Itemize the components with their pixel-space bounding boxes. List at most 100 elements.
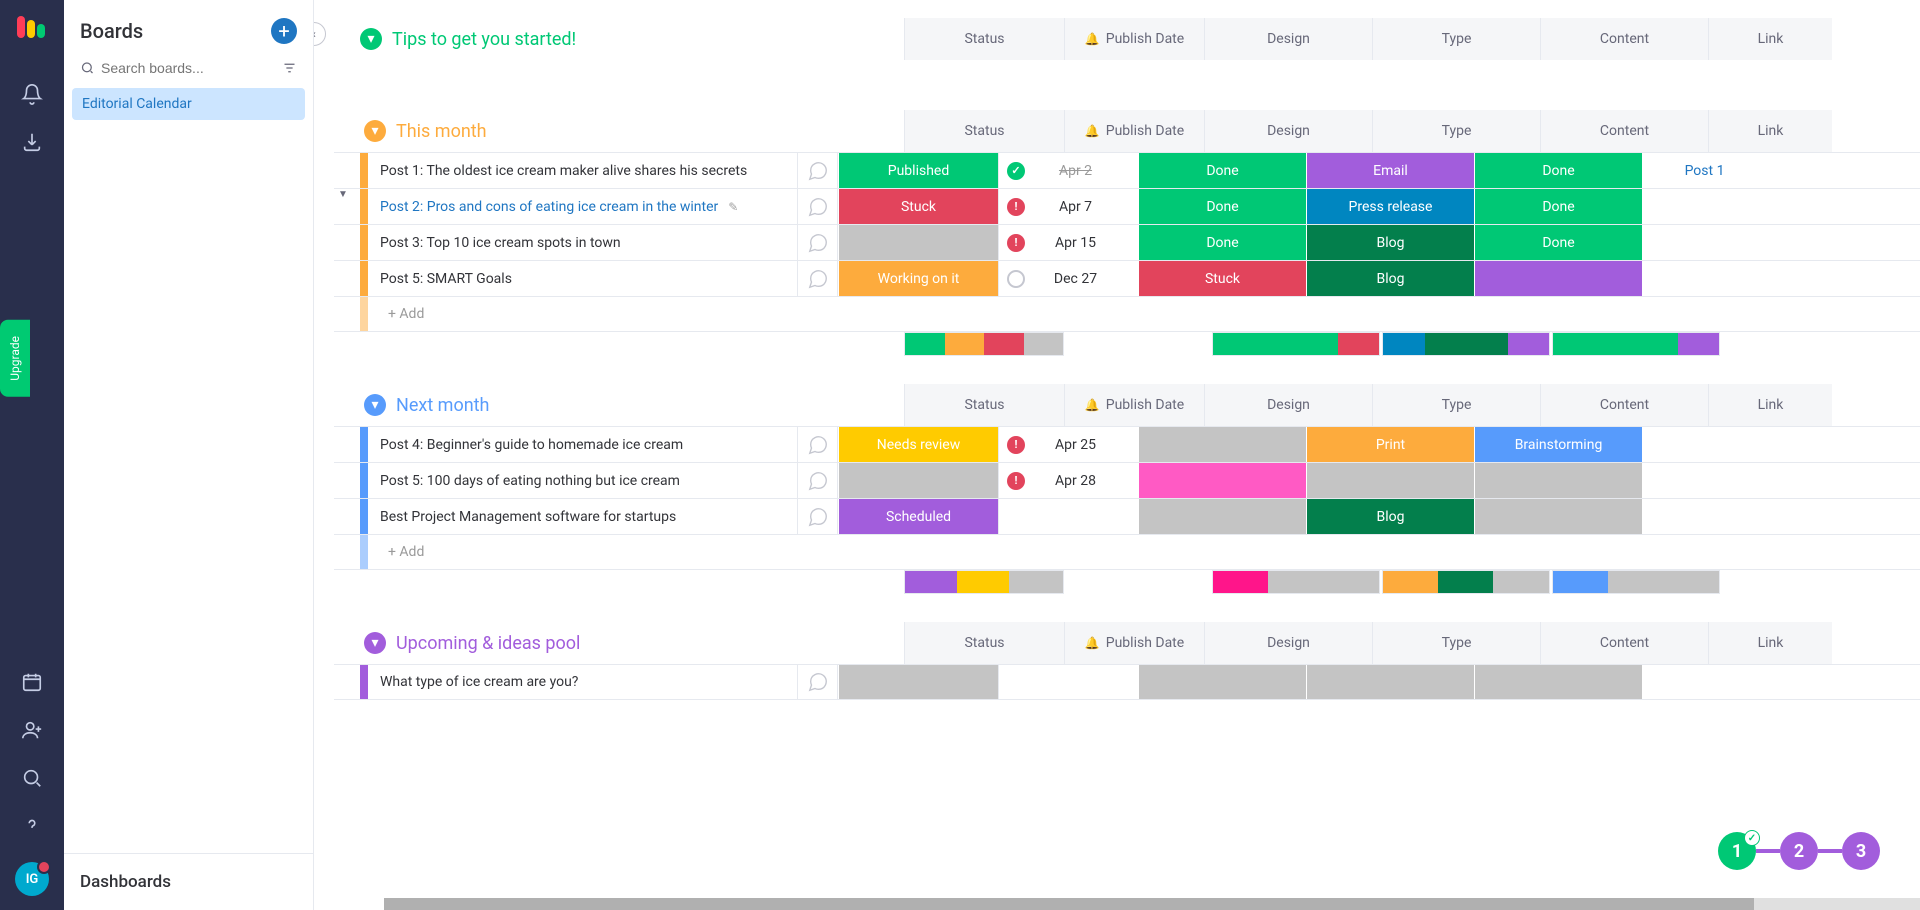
group-title-tips[interactable]: Tips to get you started! [392,29,576,50]
design-cell[interactable] [1138,463,1306,498]
type-cell[interactable]: Blog [1306,261,1474,296]
column-header-content[interactable]: Content [1540,18,1708,60]
date-cell[interactable]: !Apr 15 [998,225,1138,260]
column-header-type[interactable]: Type [1372,384,1540,426]
item-title[interactable]: Post 5: 100 days of eating nothing but i… [368,463,798,498]
design-cell[interactable]: Done [1138,153,1306,188]
link-cell[interactable] [1642,499,1766,534]
column-header-type[interactable]: Type [1372,622,1540,664]
add-item-row[interactable]: + Add [334,296,1920,332]
design-cell[interactable]: Done [1138,225,1306,260]
board-item-editorial-calendar[interactable]: Editorial Calendar [72,88,305,120]
date-cell[interactable]: Dec 27 [998,261,1138,296]
notifications-icon[interactable] [12,74,52,114]
date-cell[interactable]: ✓Apr 2 [998,153,1138,188]
group-title[interactable]: This month [396,121,487,142]
design-cell[interactable]: Stuck [1138,261,1306,296]
link-cell[interactable]: Post 1 [1642,153,1766,188]
column-header-link[interactable]: Link [1708,110,1832,152]
link-cell[interactable] [1642,261,1766,296]
item-title[interactable]: Post 4: Beginner's guide to homemade ice… [368,427,798,462]
column-header-content[interactable]: Content [1540,384,1708,426]
chat-icon[interactable] [798,225,838,260]
help-icon[interactable] [12,806,52,846]
group-title[interactable]: Upcoming & ideas pool [396,633,580,654]
chat-icon[interactable] [798,463,838,498]
content-cell[interactable]: Done [1474,153,1642,188]
column-header-design[interactable]: Design [1204,18,1372,60]
calendar-icon[interactable] [12,662,52,702]
column-header-publish-date[interactable]: 🔔Publish Date [1064,622,1204,664]
chat-icon[interactable] [798,427,838,462]
onboard-step-3[interactable]: 3 [1842,832,1880,870]
invite-icon[interactable] [12,710,52,750]
date-cell[interactable]: !Apr 7 [998,189,1138,224]
table-row[interactable]: Post 3: Top 10 ice cream spots in town !A… [334,224,1920,260]
chat-icon[interactable] [798,499,838,534]
column-header-content[interactable]: Content [1540,110,1708,152]
filter-icon[interactable] [282,60,297,76]
group-toggle[interactable]: ▾ [364,120,386,142]
group-toggle[interactable]: ▾ [364,632,386,654]
item-title[interactable]: What type of ice cream are you? [368,665,798,699]
table-row[interactable]: Best Project Management software for sta… [334,498,1920,534]
expand-caret-icon[interactable]: ▼ [334,189,352,200]
table-row[interactable]: Post 5: 100 days of eating nothing but i… [334,462,1920,498]
table-row[interactable]: Post 1: The oldest ice cream maker alive… [334,152,1920,188]
column-header-status[interactable]: Status [904,18,1064,60]
column-header-content[interactable]: Content [1540,622,1708,664]
column-header-publish-date[interactable]: 🔔Publish Date [1064,18,1204,60]
link-cell[interactable] [1642,427,1766,462]
column-header-status[interactable]: Status [904,110,1064,152]
item-title[interactable]: Post 2: Pros and cons of eating ice crea… [368,189,798,224]
collapse-sidebar-button[interactable]: ‹ [314,22,326,46]
chat-icon[interactable] [798,189,838,224]
chat-icon[interactable] [798,261,838,296]
horizontal-scrollbar-thumb[interactable] [384,898,1754,910]
content-cell[interactable]: Done [1474,189,1642,224]
table-row[interactable]: Post 4: Beginner's guide to homemade ice… [334,426,1920,462]
search-icon[interactable] [12,758,52,798]
table-row[interactable]: Post 5: SMART GoalsWorking on itDec 27St… [334,260,1920,296]
onboard-step-1[interactable]: 1✓ [1718,832,1756,870]
type-cell[interactable]: Print [1306,427,1474,462]
status-cell[interactable]: Published [838,153,998,188]
pencil-icon[interactable]: ✎ [728,200,738,214]
status-cell[interactable] [838,665,998,699]
item-title[interactable]: Post 3: Top 10 ice cream spots in town [368,225,798,260]
status-cell[interactable] [838,463,998,498]
status-cell[interactable]: Scheduled [838,499,998,534]
content-cell[interactable]: Done [1474,225,1642,260]
status-cell[interactable] [838,225,998,260]
table-row[interactable]: What type of ice cream are you? [334,664,1920,700]
content-cell[interactable]: Brainstorming [1474,427,1642,462]
chat-icon[interactable] [798,153,838,188]
column-header-type[interactable]: Type [1372,18,1540,60]
column-header-publish-date[interactable]: 🔔Publish Date [1064,384,1204,426]
dashboards-link[interactable]: Dashboards [64,853,313,910]
search-boards-input[interactable] [101,60,282,76]
group-toggle-tips[interactable]: ▾ [360,28,382,50]
avatar[interactable]: IG [15,862,49,896]
design-cell[interactable] [1138,499,1306,534]
group-toggle[interactable]: ▾ [364,394,386,416]
type-cell[interactable]: Blog [1306,499,1474,534]
date-cell[interactable] [998,499,1138,534]
group-title[interactable]: Next month [396,395,489,416]
item-title[interactable]: Post 5: SMART Goals [368,261,798,296]
column-header-design[interactable]: Design [1204,384,1372,426]
content-cell[interactable] [1474,261,1642,296]
date-cell[interactable]: !Apr 25 [998,427,1138,462]
type-cell[interactable]: Email [1306,153,1474,188]
add-board-button[interactable]: + [271,18,297,44]
type-cell[interactable] [1306,665,1474,699]
date-cell[interactable] [998,665,1138,699]
column-header-link[interactable]: Link [1708,622,1832,664]
chat-icon[interactable] [798,665,838,699]
type-cell[interactable] [1306,463,1474,498]
link-cell[interactable] [1642,665,1766,699]
link-cell[interactable] [1642,463,1766,498]
add-item-row[interactable]: + Add [334,534,1920,570]
inbox-icon[interactable] [12,122,52,162]
onboard-step-2[interactable]: 2 [1780,832,1818,870]
